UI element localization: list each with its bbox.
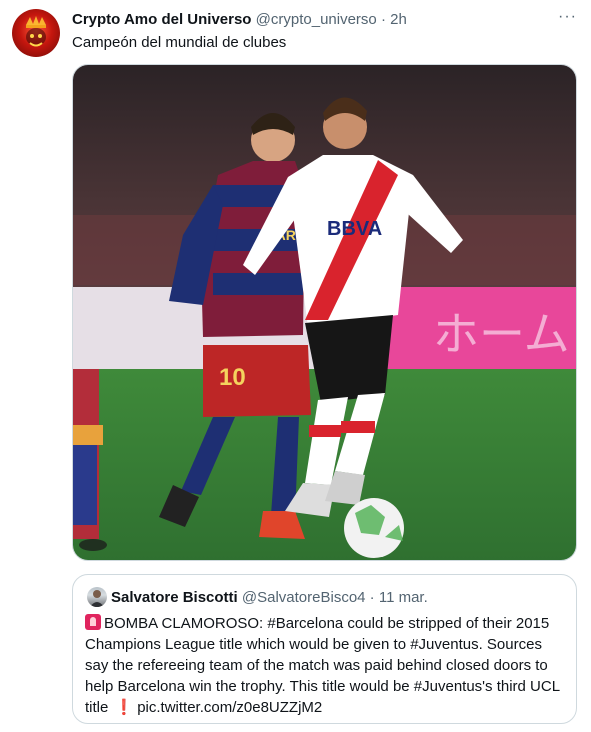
quoted-date: 11 mar.	[378, 589, 428, 606]
more-icon[interactable]: ···	[558, 8, 577, 26]
author-avatar[interactable]	[12, 9, 60, 57]
quoted-tweet[interactable]: Salvatore Biscotti @SalvatoreBisco4 · 11…	[72, 574, 577, 724]
tweet-media[interactable]: ホーム ATAR 10 BBVA	[72, 64, 577, 561]
tweet-text: Campeón del mundial de clubes	[72, 34, 287, 51]
meta-separator: ·	[376, 11, 391, 28]
quoted-author-handle: @SalvatoreBisco4	[241, 589, 366, 606]
author-name[interactable]: Crypto Amo del Universo	[72, 11, 251, 28]
tweet-time[interactable]: 2h	[390, 11, 407, 28]
tweet-header: Crypto Amo del Universo @crypto_universo…	[72, 10, 407, 30]
quoted-author-avatar	[87, 587, 107, 607]
svg-text:ホーム: ホーム	[433, 308, 570, 360]
quoted-text: BOMBA CLAMOROSO: #Barcelona could be str…	[85, 613, 565, 718]
avatar-image	[26, 16, 46, 47]
siren-icon	[85, 614, 101, 630]
quoted-media-link[interactable]: pic.twitter.com/z0e8UZZjM2	[137, 699, 322, 716]
match-photo: ホーム ATAR 10 BBVA	[73, 65, 576, 560]
quoted-header: Salvatore Biscotti @SalvatoreBisco4 · 11…	[111, 588, 428, 608]
exclamation-icon: ❗	[114, 699, 134, 716]
svg-text:10: 10	[219, 364, 246, 391]
author-handle[interactable]: @crypto_universo	[256, 11, 377, 28]
quoted-separator: ·	[365, 589, 379, 606]
svg-text:BBVA: BBVA	[327, 218, 382, 240]
avatar-image	[90, 590, 104, 607]
quoted-author-name: Salvatore Biscotti	[111, 589, 238, 606]
